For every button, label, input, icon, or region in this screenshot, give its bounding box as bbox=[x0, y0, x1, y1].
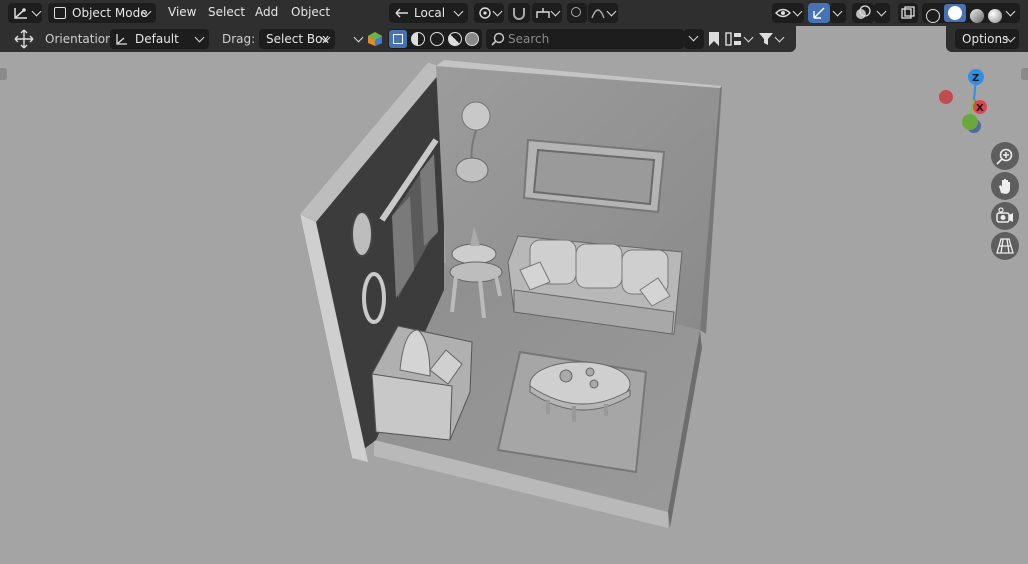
orientation-label: Local bbox=[414, 6, 446, 20]
mode-label: Object Mode bbox=[72, 6, 148, 20]
3d-viewport[interactable] bbox=[0, 0, 1028, 564]
menu-view[interactable]: View bbox=[168, 5, 196, 19]
gizmo-dropdown[interactable] bbox=[830, 3, 846, 23]
hand-icon bbox=[999, 179, 1010, 194]
drag-value: Select Box bbox=[266, 32, 330, 46]
z-axis-label: Z bbox=[972, 73, 979, 84]
proportional-edit-icon bbox=[571, 7, 581, 17]
toolbar-expand-arrow[interactable] bbox=[0, 68, 7, 80]
chevron-down-icon bbox=[606, 6, 617, 17]
chevron-down-icon bbox=[31, 6, 42, 17]
select-mode-group bbox=[388, 29, 482, 49]
menu-select[interactable]: Select bbox=[208, 5, 245, 19]
solid-shading-icon bbox=[948, 6, 962, 20]
select-extend-icon[interactable] bbox=[411, 32, 425, 46]
object-type-filter-icon[interactable] bbox=[367, 31, 383, 47]
wireframe-shading-icon[interactable] bbox=[926, 9, 940, 23]
shading-selector[interactable] bbox=[922, 3, 1020, 23]
zoom-button[interactable] bbox=[991, 142, 1019, 170]
search-input[interactable] bbox=[508, 29, 678, 49]
transform-orientation-icon bbox=[116, 34, 127, 45]
xray-toggle[interactable] bbox=[898, 3, 918, 23]
chevron-down-icon bbox=[492, 6, 503, 17]
magnet-icon bbox=[513, 8, 525, 20]
options-dropdown[interactable]: Options bbox=[955, 29, 1019, 49]
search-icon bbox=[491, 32, 505, 46]
orientation-dropdown[interactable]: Default bbox=[110, 29, 209, 49]
overlays-toggle[interactable] bbox=[852, 3, 874, 23]
chevron-down-icon bbox=[688, 31, 699, 42]
select-set-button[interactable] bbox=[389, 30, 407, 48]
move-tool-icon[interactable] bbox=[14, 29, 34, 49]
orientation-value: Default bbox=[135, 32, 179, 46]
eye-icon bbox=[775, 8, 791, 18]
overlay-icon bbox=[856, 5, 871, 19]
navigation-gizmo[interactable]: Z X bbox=[934, 66, 1004, 136]
select-intersect-icon[interactable] bbox=[465, 32, 479, 46]
transform-orientation-icon bbox=[395, 8, 408, 18]
snap-target-icon bbox=[536, 8, 550, 18]
proportional-falloff-dropdown[interactable] bbox=[588, 3, 618, 23]
snap-target-dropdown[interactable] bbox=[532, 3, 562, 23]
visibility-dropdown[interactable] bbox=[772, 3, 804, 23]
chevron-down-icon bbox=[453, 6, 464, 17]
gizmo-icon bbox=[813, 7, 825, 19]
rendered-shading-icon[interactable] bbox=[988, 9, 1002, 23]
camera-icon bbox=[996, 207, 1013, 223]
select-subtract-icon[interactable] bbox=[430, 32, 444, 46]
pan-button[interactable] bbox=[991, 172, 1019, 200]
object-mode-icon bbox=[54, 7, 66, 19]
hierarchy-icon[interactable] bbox=[725, 31, 743, 47]
options-label: Options bbox=[962, 32, 1009, 46]
room-scene bbox=[300, 60, 722, 528]
transform-orientation-dropdown[interactable]: Local bbox=[389, 3, 468, 23]
drag-dropdown[interactable]: Select Box bbox=[259, 29, 335, 49]
sidebar-expand-arrow[interactable] bbox=[1021, 68, 1028, 80]
drag-field-label: Drag: bbox=[222, 32, 256, 46]
x-axis-label: X bbox=[976, 103, 984, 114]
menu-add[interactable]: Add bbox=[255, 5, 278, 19]
pivot-point-icon bbox=[479, 7, 491, 19]
camera-view-button[interactable] bbox=[991, 202, 1019, 230]
pivot-point-dropdown[interactable] bbox=[474, 3, 504, 23]
filter-icon[interactable] bbox=[758, 31, 774, 47]
falloff-curve-icon bbox=[591, 9, 605, 19]
proportional-edit-toggle[interactable] bbox=[567, 3, 587, 23]
chevron-down-icon bbox=[194, 32, 205, 43]
select-set-icon bbox=[393, 34, 403, 44]
filter-dropdown-button[interactable] bbox=[684, 29, 704, 49]
mode-dropdown[interactable]: Object Mode bbox=[48, 3, 156, 23]
editor-type-button[interactable] bbox=[8, 3, 42, 23]
chevron-down-icon bbox=[1005, 6, 1016, 17]
gizmo-toggle[interactable] bbox=[808, 3, 830, 23]
bookmark-icon[interactable] bbox=[707, 31, 721, 47]
chevron-down-icon bbox=[550, 6, 561, 17]
search-box[interactable] bbox=[486, 29, 684, 49]
chevron-down-icon bbox=[876, 6, 887, 17]
perspective-toggle-button[interactable] bbox=[991, 232, 1019, 260]
orientation-field-label: Orientation: bbox=[45, 32, 117, 46]
neg-x-axis-icon[interactable] bbox=[939, 90, 953, 104]
grid-icon bbox=[996, 238, 1014, 254]
material-shading-icon[interactable] bbox=[970, 9, 984, 23]
zoom-icon bbox=[996, 148, 1013, 165]
chevron-down-icon bbox=[792, 6, 803, 17]
view3d-icon bbox=[14, 8, 27, 19]
menu-object[interactable]: Object bbox=[291, 5, 330, 19]
y-axis-icon[interactable] bbox=[962, 114, 978, 130]
chevron-down-icon bbox=[832, 6, 843, 17]
xray-icon bbox=[901, 6, 915, 19]
solid-shading-button[interactable] bbox=[944, 4, 966, 22]
select-difference-icon[interactable] bbox=[448, 32, 462, 46]
overlays-dropdown[interactable] bbox=[874, 3, 890, 23]
snap-toggle[interactable] bbox=[508, 3, 530, 23]
